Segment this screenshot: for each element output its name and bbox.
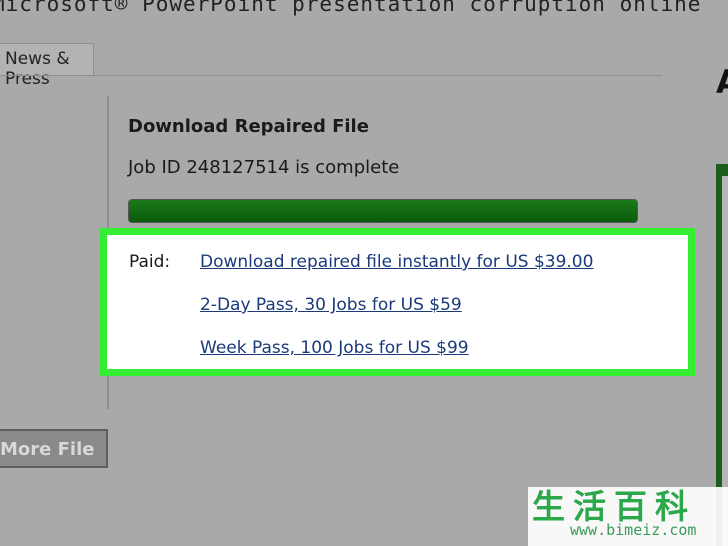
paid-label: Paid: <box>129 252 171 272</box>
job-status-text: Job ID 248127514 is complete <box>128 157 400 178</box>
right-heading: AF <box>716 62 728 102</box>
progress-bar-fill <box>129 200 637 222</box>
more-file-button[interactable]: More File <box>0 429 108 468</box>
watermark: 生活百科 www.bimeiz.com <box>528 487 728 546</box>
tab-label: News & Press <box>5 49 70 89</box>
watermark-url: www.bimeiz.com <box>570 521 697 539</box>
tab-news-press[interactable]: News & Press <box>0 43 94 89</box>
two-day-pass-link[interactable]: 2-Day Pass, 30 Jobs for US $59 <box>200 295 462 315</box>
progress-bar <box>128 199 638 223</box>
page-header-title: Microsoft® PowerPoint presentation corru… <box>0 0 702 16</box>
download-instant-link[interactable]: Download repaired file instantly for US … <box>200 252 593 272</box>
paid-options-box: Paid: Download repaired file instantly f… <box>100 228 695 376</box>
week-pass-link[interactable]: Week Pass, 100 Jobs for US $99 <box>200 338 469 358</box>
tab-divider <box>0 75 662 76</box>
section-heading: Download Repaired File <box>128 116 369 137</box>
